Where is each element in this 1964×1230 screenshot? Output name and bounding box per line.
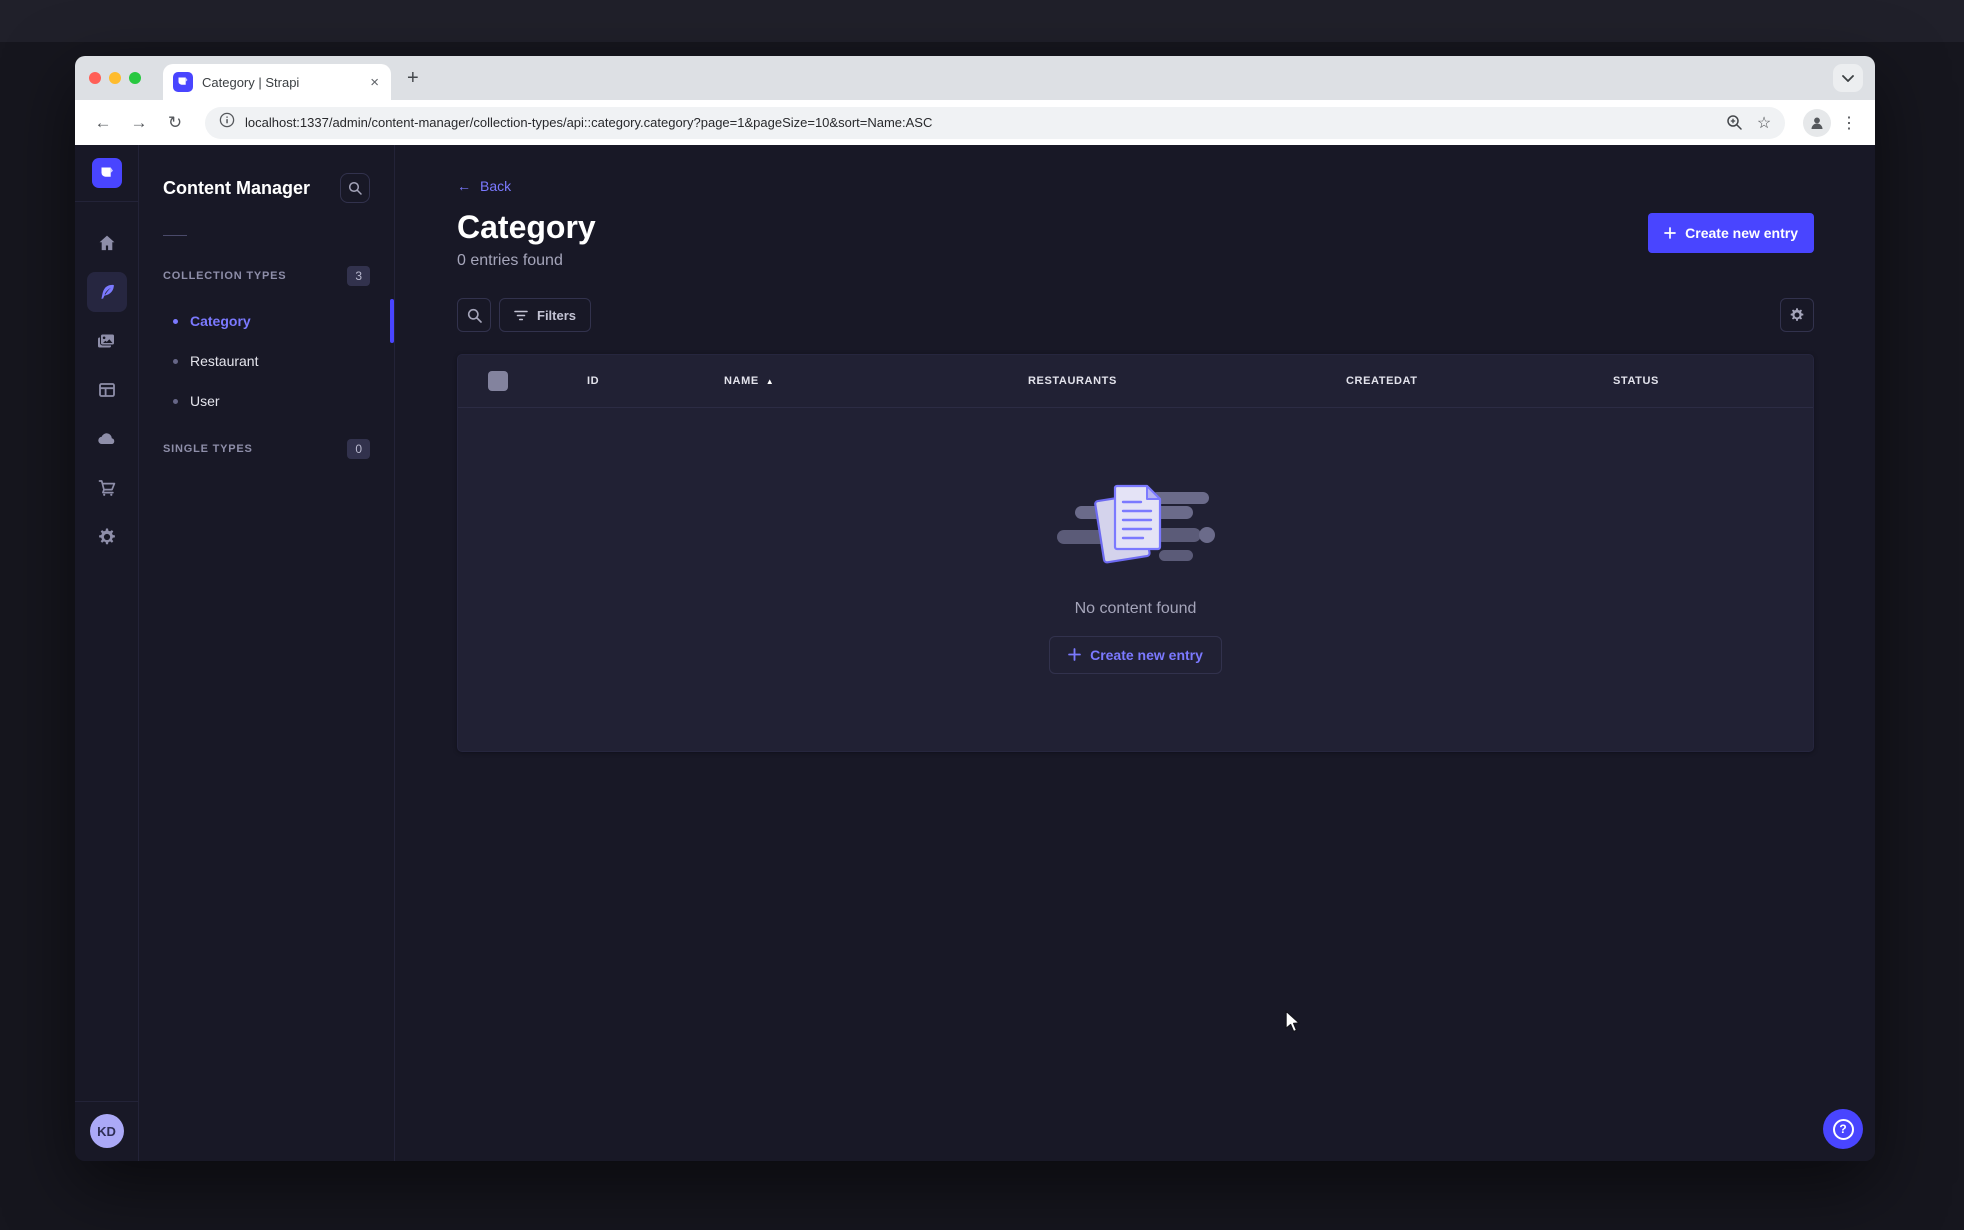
back-link[interactable]: ← Back (457, 178, 511, 194)
empty-create-entry-button[interactable]: Create new entry (1049, 635, 1222, 674)
address-bar[interactable]: localhost:1337/admin/content-manager/col… (205, 106, 1785, 139)
browser-profile-icon[interactable] (1803, 108, 1831, 137)
url-text[interactable]: localhost:1337/admin/content-manager/col… (245, 115, 1719, 130)
strapi-admin: KD Content Manager COLLECTION TYPES 3 Ca… (75, 145, 1875, 1161)
desktop-background (0, 0, 1964, 42)
collection-types-label: COLLECTION TYPES (163, 270, 287, 282)
sidebar-home-icon[interactable] (87, 223, 127, 263)
single-types-count-badge: 0 (347, 439, 370, 459)
browser-tab-strip: Category | Strapi × + (75, 56, 1875, 100)
filters-button[interactable]: Filters (499, 298, 592, 332)
content-manager-subnav: Content Manager COLLECTION TYPES 3 Categ… (139, 145, 395, 1161)
minimize-window-button[interactable] (109, 72, 121, 84)
create-entry-button[interactable]: Create new entry (1648, 213, 1814, 253)
strapi-logo[interactable] (91, 158, 122, 188)
sort-asc-icon: ▲ (765, 376, 775, 386)
sidebar-footer: KD (75, 1101, 138, 1161)
subnav-item-label: User (190, 393, 220, 409)
browser-window: Category | Strapi × + ← → ↻ localhost:13… (75, 56, 1875, 1161)
new-tab-button[interactable]: + (407, 67, 419, 90)
empty-state: No content found Create new entry (458, 408, 1813, 751)
subnav-item-label: Restaurant (190, 353, 259, 369)
bullet-icon (173, 318, 178, 324)
sidebar-content-type-builder-icon[interactable] (87, 370, 127, 410)
page-title: Category (457, 209, 596, 245)
no-content-illustration (1056, 484, 1215, 563)
sidebar-marketplace-icon[interactable] (87, 468, 127, 508)
browser-toolbar: ← → ↻ localhost:1337/admin/content-manag… (75, 100, 1875, 145)
browser-back-icon[interactable]: ← (89, 109, 117, 137)
strapi-logo-section (75, 145, 138, 202)
create-entry-label: Create new entry (1685, 225, 1798, 241)
active-indicator (390, 299, 394, 343)
window-controls (89, 56, 141, 100)
column-header-name[interactable]: NAME ▲ (724, 375, 1028, 387)
tab-close-icon[interactable]: × (368, 74, 381, 91)
sidebar-settings-icon[interactable] (87, 517, 127, 557)
bookmark-star-icon[interactable]: ☆ (1749, 109, 1779, 137)
empty-message: No content found (1074, 599, 1197, 617)
sidebar-nav (86, 223, 127, 557)
entries-count: 0 entries found (457, 252, 563, 269)
user-avatar[interactable]: KD (89, 1114, 124, 1148)
filters-label: Filters (537, 307, 577, 323)
help-button[interactable]: ? (1823, 1109, 1863, 1149)
zoom-page-icon[interactable] (1719, 109, 1749, 137)
tab-title: Category | Strapi (202, 74, 300, 90)
site-info-icon[interactable] (219, 112, 235, 133)
back-arrow-icon: ← (457, 178, 471, 194)
column-header-restaurants[interactable]: RESTAURANTS (1028, 375, 1346, 387)
column-header-id[interactable]: ID (587, 375, 724, 387)
search-entries-button[interactable] (457, 298, 491, 332)
page-header: Category 0 entries found (457, 208, 596, 270)
browser-menu-icon[interactable]: ⋮ (1837, 113, 1861, 133)
view-settings-button[interactable] (1780, 298, 1814, 332)
collection-types-list: Category Restaurant User (163, 299, 394, 421)
plus-icon (1664, 227, 1677, 239)
back-label: Back (480, 178, 512, 194)
strapi-favicon (173, 72, 193, 92)
subnav-divider (163, 235, 187, 236)
main-sidebar: KD (75, 145, 139, 1161)
subnav-item-user[interactable]: User (163, 381, 370, 421)
table-actions: Filters (457, 298, 1814, 332)
close-window-button[interactable] (89, 72, 101, 84)
browser-reload-icon[interactable]: ↻ (161, 109, 189, 137)
column-header-createdat[interactable]: CREATEDAT (1346, 375, 1613, 387)
tab-search-chevron-icon[interactable] (1833, 64, 1863, 92)
subnav-search-button[interactable] (340, 173, 370, 203)
empty-create-entry-label: Create new entry (1090, 646, 1203, 663)
single-types-label: SINGLE TYPES (163, 443, 253, 455)
subnav-item-category[interactable]: Category (163, 299, 394, 343)
entries-table: ID NAME ▲ RESTAURANTS CREATEDAT STATUS N… (457, 354, 1814, 752)
column-header-status[interactable]: STATUS (1613, 375, 1813, 387)
bullet-icon (173, 358, 178, 364)
collection-types-count-badge: 3 (347, 266, 370, 286)
sidebar-media-library-icon[interactable] (87, 321, 127, 361)
subnav-title: Content Manager (163, 177, 311, 198)
browser-forward-icon[interactable]: → (125, 109, 153, 137)
maximize-window-button[interactable] (129, 72, 141, 84)
bullet-icon (173, 398, 178, 404)
subnav-item-restaurant[interactable]: Restaurant (163, 341, 370, 381)
subnav-item-label: Category (190, 313, 251, 329)
main-content: ← Back Category 0 entries found Create n… (395, 145, 1875, 1161)
table-header-row: ID NAME ▲ RESTAURANTS CREATEDAT STATUS (458, 355, 1813, 408)
select-all-checkbox[interactable] (488, 371, 508, 391)
browser-tab[interactable]: Category | Strapi × (163, 64, 391, 100)
sidebar-content-manager-icon[interactable] (86, 272, 127, 312)
help-icon: ? (1832, 1118, 1854, 1140)
sidebar-cloud-icon[interactable] (87, 419, 127, 459)
filter-icon (514, 310, 528, 320)
plus-icon (1068, 648, 1081, 661)
